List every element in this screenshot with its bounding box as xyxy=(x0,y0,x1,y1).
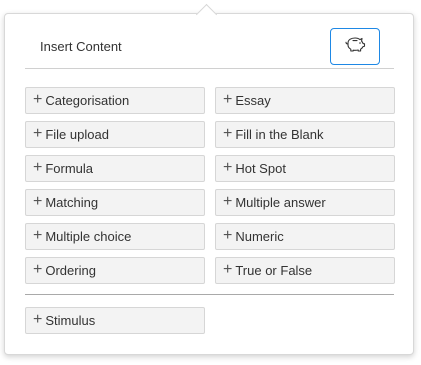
button-label: True or False xyxy=(235,263,313,278)
button-label: Formula xyxy=(45,161,94,176)
button-label: Ordering xyxy=(45,263,96,278)
button-label: Categorisation xyxy=(45,93,130,108)
button-label: Numeric xyxy=(235,229,284,244)
button-label: Stimulus xyxy=(45,313,96,328)
button-label: Matching xyxy=(45,195,99,210)
panel-title: Insert Content xyxy=(40,39,122,54)
plus-icon: + xyxy=(33,192,43,210)
plus-icon: + xyxy=(33,226,43,244)
plus-icon: + xyxy=(33,260,43,278)
fill-in-the-blank-button[interactable]: + Fill in the Blank xyxy=(215,121,395,148)
plus-icon: + xyxy=(223,90,233,108)
ordering-button[interactable]: + Ordering xyxy=(25,257,205,284)
plus-icon: + xyxy=(223,260,233,278)
essay-button[interactable]: + Essay xyxy=(215,87,395,114)
plus-icon: + xyxy=(33,310,43,328)
header-divider xyxy=(25,68,394,69)
piggy-bank-icon xyxy=(344,35,366,58)
multiple-answer-button[interactable]: + Multiple answer xyxy=(215,189,395,216)
plus-icon: + xyxy=(223,226,233,244)
plus-icon: + xyxy=(223,124,233,142)
section-divider xyxy=(25,294,394,295)
stimulus-section: + Stimulus xyxy=(25,307,205,334)
button-label: Multiple answer xyxy=(235,195,326,210)
button-label: Hot Spot xyxy=(235,161,286,176)
stimulus-button[interactable]: + Stimulus xyxy=(25,307,205,334)
plus-icon: + xyxy=(223,192,233,210)
piggy-bank-button[interactable] xyxy=(330,28,380,65)
button-label: File upload xyxy=(45,127,109,142)
matching-button[interactable]: + Matching xyxy=(25,189,205,216)
file-upload-button[interactable]: + File upload xyxy=(25,121,205,148)
button-label: Essay xyxy=(235,93,271,108)
categorisation-button[interactable]: + Categorisation xyxy=(25,87,205,114)
formula-button[interactable]: + Formula xyxy=(25,155,205,182)
plus-icon: + xyxy=(33,90,43,108)
button-label: Fill in the Blank xyxy=(235,127,324,142)
true-or-false-button[interactable]: + True or False xyxy=(215,257,395,284)
multiple-choice-button[interactable]: + Multiple choice xyxy=(25,223,205,250)
question-type-grid: + Categorisation + Essay + File upload +… xyxy=(25,87,395,284)
plus-icon: + xyxy=(33,124,43,142)
hot-spot-button[interactable]: + Hot Spot xyxy=(215,155,395,182)
plus-icon: + xyxy=(33,158,43,176)
button-label: Multiple choice xyxy=(45,229,132,244)
numeric-button[interactable]: + Numeric xyxy=(215,223,395,250)
plus-icon: + xyxy=(223,158,233,176)
